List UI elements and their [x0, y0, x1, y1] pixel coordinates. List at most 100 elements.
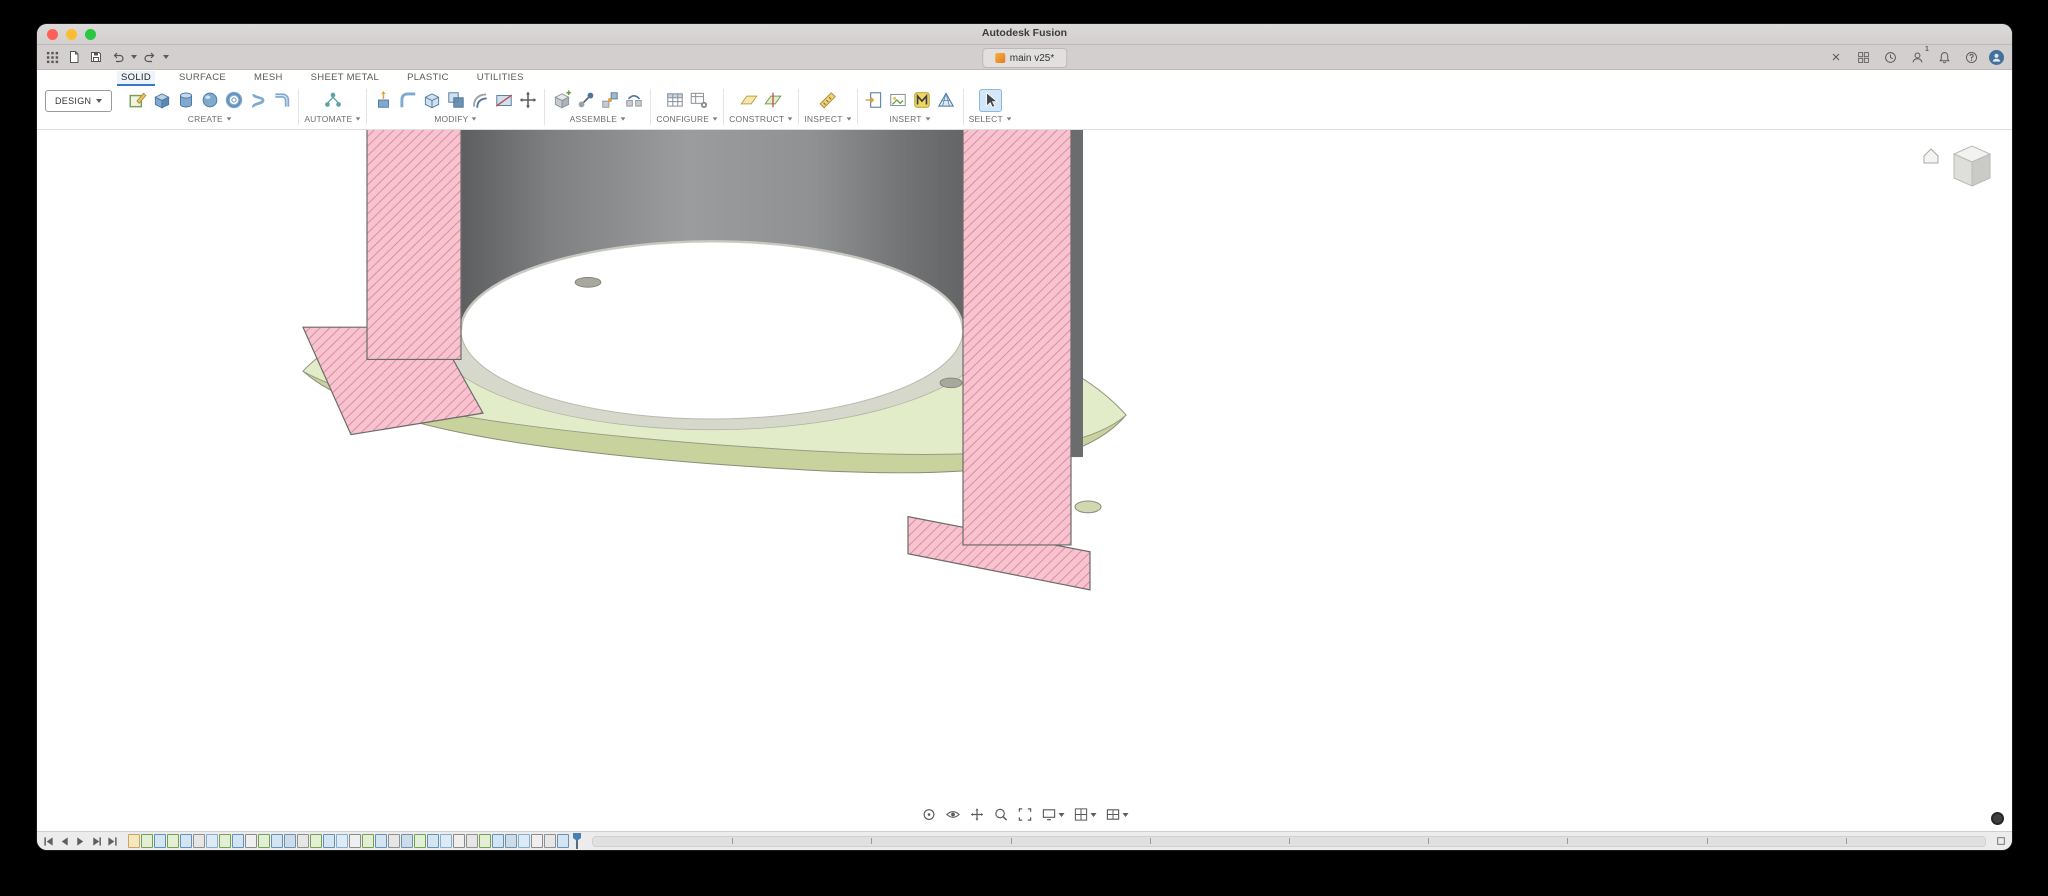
create-sphere-icon[interactable]: [198, 89, 221, 112]
extrude-feature-icon[interactable]: [154, 834, 166, 848]
extrude-feature-icon[interactable]: [557, 834, 569, 848]
pattern-feature-icon[interactable]: [284, 834, 296, 848]
joint-feature-icon[interactable]: [453, 834, 465, 848]
model-section-wall-left[interactable]: [367, 130, 461, 359]
extrude-feature-icon[interactable]: [180, 834, 192, 848]
titlebar[interactable]: Autodesk Fusion: [37, 24, 2012, 45]
group-label-construct[interactable]: CONSTRUCT: [729, 113, 793, 124]
hole-feature-icon[interactable]: [297, 834, 309, 848]
sketch-feature-icon[interactable]: [362, 834, 374, 848]
save-icon[interactable]: [87, 48, 105, 66]
model-pilot-hole-right[interactable]: [940, 378, 962, 388]
sketch-feature-icon[interactable]: [479, 834, 491, 848]
configuration-table-icon[interactable]: [688, 89, 711, 112]
extrude-feature-icon[interactable]: [427, 834, 439, 848]
redo-menu-caret-icon[interactable]: [163, 55, 169, 59]
fillet-feature-icon[interactable]: [518, 834, 530, 848]
select-tool-icon[interactable]: [979, 89, 1002, 112]
document-tab[interactable]: main v25*: [982, 48, 1067, 68]
press-pull-icon[interactable]: [372, 89, 395, 112]
extrude-feature-icon[interactable]: [232, 834, 244, 848]
create-pipe-icon[interactable]: [270, 89, 293, 112]
viewports-icon[interactable]: [1104, 806, 1129, 823]
fillet-feature-icon[interactable]: [336, 834, 348, 848]
tab-mesh[interactable]: MESH: [250, 71, 287, 86]
timeline-options-icon[interactable]: [1996, 836, 2006, 846]
timeline-go-to-end-icon[interactable]: [107, 836, 118, 847]
move-copy-icon[interactable]: [516, 89, 539, 112]
automate-icon[interactable]: [321, 89, 344, 112]
create-cylinder-icon[interactable]: [174, 89, 197, 112]
viewcube-home-icon[interactable]: [1924, 149, 1938, 163]
notifications-bell-icon[interactable]: [1935, 48, 1953, 66]
new-component-icon[interactable]: [550, 89, 573, 112]
workspace-selector[interactable]: DESIGN: [45, 90, 112, 112]
hole-feature-icon[interactable]: [544, 834, 556, 848]
tab-utilities[interactable]: UTILITIES: [473, 71, 528, 86]
app-grid-icon[interactable]: [43, 48, 61, 66]
group-label-assemble[interactable]: ASSEMBLE: [570, 113, 626, 124]
group-label-inspect[interactable]: INSPECT: [804, 113, 851, 124]
collaborate-icon[interactable]: 1: [1908, 48, 1926, 66]
joint-feature-icon[interactable]: [531, 834, 543, 848]
model-bolt-hole[interactable]: [1075, 501, 1101, 513]
user-avatar[interactable]: [1989, 50, 2004, 65]
model-section-wall-right[interactable]: [963, 130, 1071, 545]
group-label-select[interactable]: SELECT: [969, 113, 1012, 124]
status-indicator-icon[interactable]: [1991, 812, 2004, 825]
undo-icon[interactable]: [109, 48, 127, 66]
tab-surface[interactable]: SURFACE: [175, 71, 230, 86]
construct-axis-icon[interactable]: [762, 89, 785, 112]
tab-solid[interactable]: SOLID: [117, 71, 155, 86]
model-pilot-hole-left[interactable]: [575, 277, 601, 287]
configure-icon[interactable]: [664, 89, 687, 112]
shell-icon[interactable]: [420, 89, 443, 112]
sketch-feature-icon[interactable]: [167, 834, 179, 848]
extrude-feature-icon[interactable]: [271, 834, 283, 848]
hole-feature-icon[interactable]: [388, 834, 400, 848]
pattern-feature-icon[interactable]: [401, 834, 413, 848]
group-label-insert[interactable]: INSERT: [889, 113, 930, 124]
joint-feature-icon[interactable]: [349, 834, 361, 848]
insert-mesh-icon[interactable]: [935, 89, 958, 112]
close-tab-icon[interactable]: [1827, 48, 1845, 66]
offset-face-icon[interactable]: [468, 89, 491, 112]
component-feature-icon[interactable]: [128, 834, 140, 848]
extensions-icon[interactable]: [1854, 48, 1872, 66]
insert-mcmaster-icon[interactable]: [911, 89, 934, 112]
pattern-feature-icon[interactable]: [505, 834, 517, 848]
insert-derive-icon[interactable]: [863, 89, 886, 112]
help-icon[interactable]: [1962, 48, 1980, 66]
new-sketch-icon[interactable]: [126, 89, 149, 112]
rigid-group-icon[interactable]: [622, 89, 645, 112]
timeline-play-icon[interactable]: [75, 836, 86, 847]
insert-decal-icon[interactable]: [887, 89, 910, 112]
group-label-automate[interactable]: AUTOMATE: [304, 113, 361, 124]
orbit-icon[interactable]: [920, 806, 937, 823]
tab-sheet-metal[interactable]: SHEET METAL: [307, 71, 383, 86]
fillet-feature-icon[interactable]: [440, 834, 452, 848]
measure-icon[interactable]: [816, 89, 839, 112]
as-built-joint-icon[interactable]: [598, 89, 621, 112]
create-coil-icon[interactable]: [246, 89, 269, 112]
hole-feature-icon[interactable]: [193, 834, 205, 848]
grid-display-icon[interactable]: [1072, 806, 1097, 823]
display-settings-icon[interactable]: [1040, 806, 1065, 823]
model-outer-wall-sliver[interactable]: [1071, 130, 1083, 457]
viewcube[interactable]: [1920, 140, 1996, 192]
group-label-create[interactable]: CREATE: [188, 113, 232, 124]
timeline-position-marker[interactable]: [572, 833, 582, 849]
joint-icon[interactable]: [574, 89, 597, 112]
fit-icon[interactable]: [1016, 806, 1033, 823]
joint-feature-icon[interactable]: [245, 834, 257, 848]
sketch-feature-icon[interactable]: [219, 834, 231, 848]
viewport-canvas[interactable]: [37, 130, 2012, 831]
timeline-step-forward-icon[interactable]: [91, 836, 102, 847]
redo-icon[interactable]: [141, 48, 159, 66]
job-status-icon[interactable]: [1881, 48, 1899, 66]
extrude-feature-icon[interactable]: [375, 834, 387, 848]
group-label-configure[interactable]: CONFIGURE: [656, 113, 718, 124]
sketch-feature-icon[interactable]: [310, 834, 322, 848]
timeline-track[interactable]: [592, 836, 1986, 847]
create-box-icon[interactable]: [150, 89, 173, 112]
